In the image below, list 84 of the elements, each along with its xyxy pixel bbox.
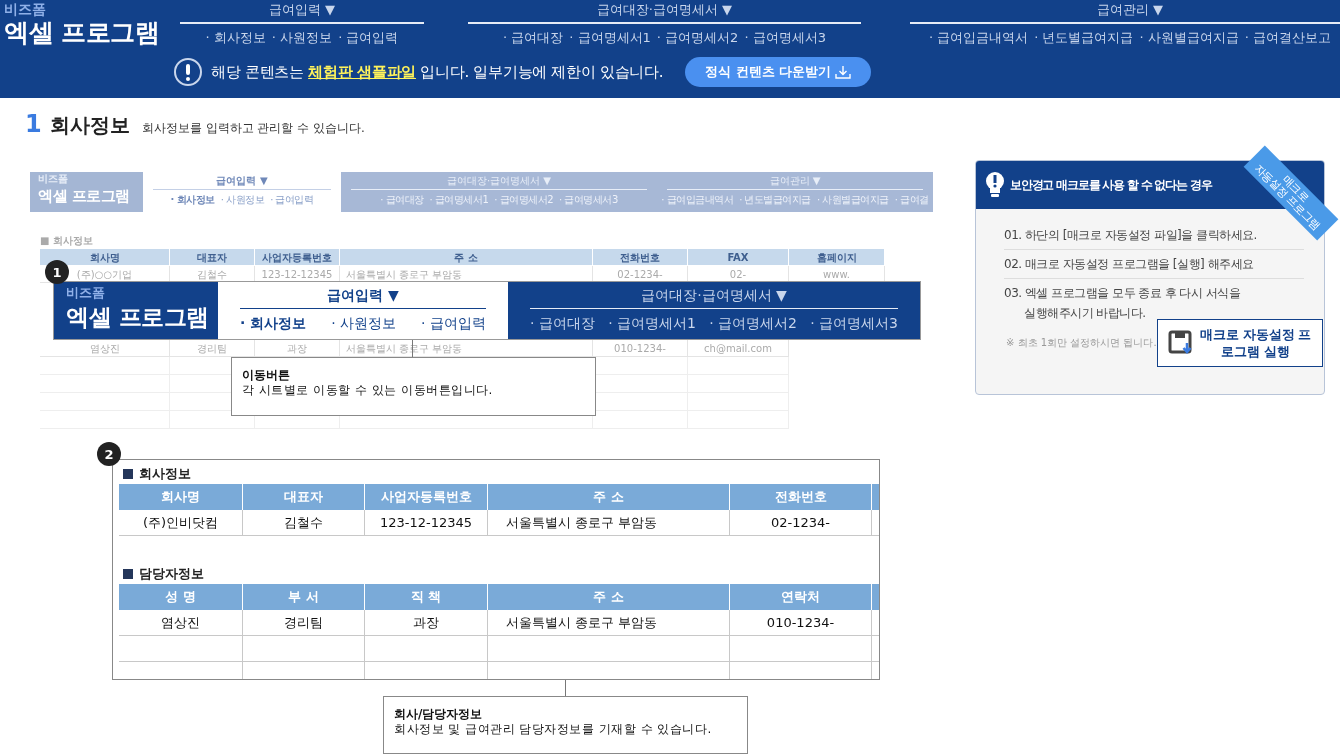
- note-text: ※ 최초 1회만 설정하시면 됩니다.: [1006, 336, 1157, 350]
- menu-title[interactable]: 급여대장·급여명세서 ▼: [468, 0, 861, 24]
- callout-text: 회사정보 및 급여관리 담당자정보를 기재할 수 있습니다.: [394, 722, 713, 737]
- menu-link[interactable]: · 회사정보: [240, 314, 307, 333]
- column-header: 주 소: [488, 584, 730, 610]
- save-icon: [1167, 330, 1194, 356]
- step-text: 01. 하단의 [매크로 자동설정 파일]을 클릭하세요.: [1004, 221, 1304, 250]
- table-cell: 김철수: [243, 510, 365, 536]
- menu-tab[interactable]: 급여대장·급여명세서 ▼ · 급여대장 · 급여명세서1 · 급여명세서2 · 급여명세서3: [508, 282, 920, 339]
- menu-link[interactable]: · 급여대장: [503, 29, 564, 47]
- sample-file-link[interactable]: 체험판 샘플파일: [308, 62, 416, 81]
- column-header: 주 소: [340, 249, 593, 266]
- menu-link[interactable]: · 급여명세서2: [709, 314, 797, 333]
- menu-link[interactable]: · 사원별급여지급: [1139, 29, 1239, 47]
- column-header: 주 소: [488, 484, 730, 510]
- notice-text: 해당 콘텐츠는 체험판 샘플파일 입니다. 일부기능에 제한이 있습니다.: [211, 62, 664, 82]
- menu-link[interactable]: · 회사정보: [170, 193, 215, 207]
- column-header: 전화번호: [593, 249, 688, 266]
- menu-link[interactable]: · 년도별급여지급: [1034, 29, 1134, 47]
- menu-title: 급여입력 ▼: [153, 174, 331, 190]
- table-cell: ch@mail.com: [688, 340, 789, 357]
- menu-link[interactable]: · 회사정보: [205, 29, 266, 47]
- callout-title: 회사/담당자정보: [394, 707, 484, 722]
- menu-title: 급여입력 ▼: [240, 286, 486, 309]
- table-cell: 서울특별시 종로구 부암동: [488, 610, 730, 636]
- sheet-title: ■ 회사정보: [40, 234, 94, 248]
- menu-link[interactable]: · 사원정보: [331, 314, 397, 333]
- lightbulb-icon: [984, 171, 1006, 199]
- menu-link[interactable]: · 급여입력: [421, 314, 486, 333]
- table-cell: 010-1234-: [593, 340, 688, 357]
- menu-link[interactable]: · 급여명세서3: [744, 29, 826, 47]
- column-header: 사업자등록번호: [255, 249, 340, 266]
- brand-logo: 비즈폼 엑셀 프로그램: [54, 282, 218, 339]
- brand-logo[interactable]: 비즈폼 엑셀 프로그램: [4, 0, 160, 48]
- table-cell: 염상진: [119, 610, 243, 636]
- run-macro-button[interactable]: 매크로 자동설정 프로그램 실행: [1156, 319, 1323, 367]
- section-description: 회사정보를 입력하고 관리할 수 있습니다.: [141, 120, 365, 137]
- column-header: 대표자: [170, 249, 255, 266]
- step-text: 03. 엑셀 프로그램을 모두 종료 후 다시 서식을 실행해주시기 바랍니다.: [1004, 285, 1242, 322]
- menu-title: 급여대장·급여명세서 ▼: [351, 174, 647, 190]
- menu-link[interactable]: · 급여명세서1: [569, 29, 651, 47]
- table-cell: 염상진: [40, 340, 170, 357]
- column-header: 회사명: [119, 484, 243, 510]
- menu-link[interactable]: · 사원정보: [271, 29, 333, 47]
- menu-link[interactable]: · 급여입력: [338, 29, 399, 47]
- leader-line: [565, 680, 566, 696]
- table-cell: 서울특별시 종로구 부암동: [488, 510, 730, 536]
- menu-title[interactable]: 급여관리 ▼: [910, 0, 1340, 24]
- column-header: 성 명: [119, 584, 243, 610]
- menu-link[interactable]: · 급여명세서3: [810, 314, 898, 333]
- menu-title[interactable]: 급여입력 ▼: [180, 0, 424, 24]
- column-header: 홈페이지: [789, 249, 885, 266]
- menu-link[interactable]: · 급여명세서1: [608, 314, 696, 333]
- table-cell: 경리팀: [243, 610, 365, 636]
- menu-title: 급여관리 ▼: [667, 174, 923, 190]
- section-number: 1: [25, 110, 42, 138]
- column-header: 전화번호: [730, 484, 872, 510]
- step-text: 02. 매크로 자동설정 프로그램을 [실행] 해주세요: [1004, 250, 1304, 279]
- menu-link[interactable]: · 급여대장: [530, 314, 595, 333]
- table-cell: 123-12-12345: [365, 510, 488, 536]
- brand-logo: 비즈폼 엑셀 프로그램: [30, 172, 143, 212]
- column-header: 사업자등록번호: [365, 484, 488, 510]
- column-header: 직 책: [365, 584, 488, 610]
- menu-link[interactable]: · 급여명세서2: [656, 29, 739, 47]
- table-title: 회사정보: [123, 464, 879, 484]
- callout-text: 각 시트별로 이동할 수 있는 이동버튼입니다.: [242, 383, 494, 398]
- table-cell: 010-1234-: [730, 610, 872, 636]
- table-cell: 02-1234-: [730, 510, 872, 536]
- alert-icon: [173, 57, 203, 87]
- table-cell: (주)인비닷컴: [119, 510, 243, 536]
- column-header: FAX: [688, 249, 789, 266]
- download-icon: [835, 65, 852, 79]
- column-header: 연락처: [730, 584, 872, 610]
- column-header: 대표자: [243, 484, 365, 510]
- menu-title: 급여대장·급여명세서 ▼: [530, 286, 898, 309]
- step-badge: 2: [97, 442, 121, 466]
- column-header: 부 서: [243, 584, 365, 610]
- menu-link[interactable]: · 급여입금내역서: [928, 29, 1029, 47]
- callout-title: 이동버튼: [242, 368, 291, 383]
- section-title: 회사정보: [49, 112, 130, 139]
- table-cell: 과장: [365, 610, 488, 636]
- menu-link[interactable]: · 급여결산보고: [1244, 29, 1332, 47]
- panel-title: 보안경고 매크로를 사용 할 수 없다는 경우: [1010, 176, 1212, 194]
- table-title: 담당자정보: [123, 564, 879, 584]
